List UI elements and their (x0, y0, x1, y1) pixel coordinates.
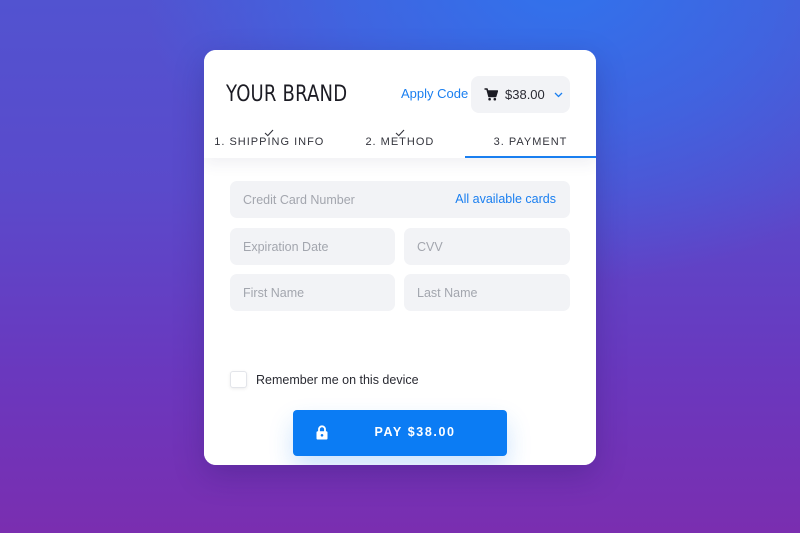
last-name-field[interactable] (404, 274, 570, 311)
cart-summary-dropdown[interactable]: $38.00 (471, 76, 570, 113)
remember-me-checkbox[interactable] (230, 371, 247, 388)
card-number-field[interactable]: All available cards (230, 181, 570, 218)
pay-button[interactable]: PAY $38.00 (293, 410, 507, 456)
step-method[interactable]: 2. METHOD (335, 120, 466, 158)
payment-form: All available cards Remember me on this … (204, 158, 596, 465)
all-available-cards-link[interactable]: All available cards (455, 192, 556, 206)
cvv-field[interactable] (404, 228, 570, 265)
step-payment[interactable]: 3. PAYMENT (465, 120, 596, 158)
checkout-header: YOUR BRAND Apply Code $38.00 1. SHIPPING… (204, 50, 596, 158)
step-label: 2. METHOD (365, 136, 435, 148)
chevron-down-icon (554, 92, 563, 98)
checkout-card: YOUR BRAND Apply Code $38.00 1. SHIPPING… (204, 50, 596, 465)
apply-code-link[interactable]: Apply Code (401, 86, 468, 101)
cart-total: $38.00 (505, 87, 545, 102)
step-shipping-info[interactable]: 1. SHIPPING INFO (204, 120, 335, 158)
step-label: 3. PAYMENT (493, 136, 568, 148)
active-step-indicator (465, 156, 596, 158)
expiration-date-field[interactable] (230, 228, 395, 265)
brand-logo: YOUR BRAND (226, 82, 348, 107)
remember-me[interactable]: Remember me on this device (230, 371, 419, 388)
cvv-input[interactable] (417, 228, 570, 265)
shopping-cart-icon (484, 88, 498, 101)
step-label: 1. SHIPPING INFO (214, 136, 325, 148)
last-name-input[interactable] (417, 274, 570, 311)
first-name-field[interactable] (230, 274, 395, 311)
first-name-input[interactable] (243, 274, 395, 311)
expiration-date-input[interactable] (243, 228, 395, 265)
checkout-steps: 1. SHIPPING INFO 2. METHOD 3. PAYMENT (204, 120, 596, 158)
remember-me-label: Remember me on this device (256, 372, 419, 387)
pay-button-label: PAY $38.00 (374, 425, 456, 439)
